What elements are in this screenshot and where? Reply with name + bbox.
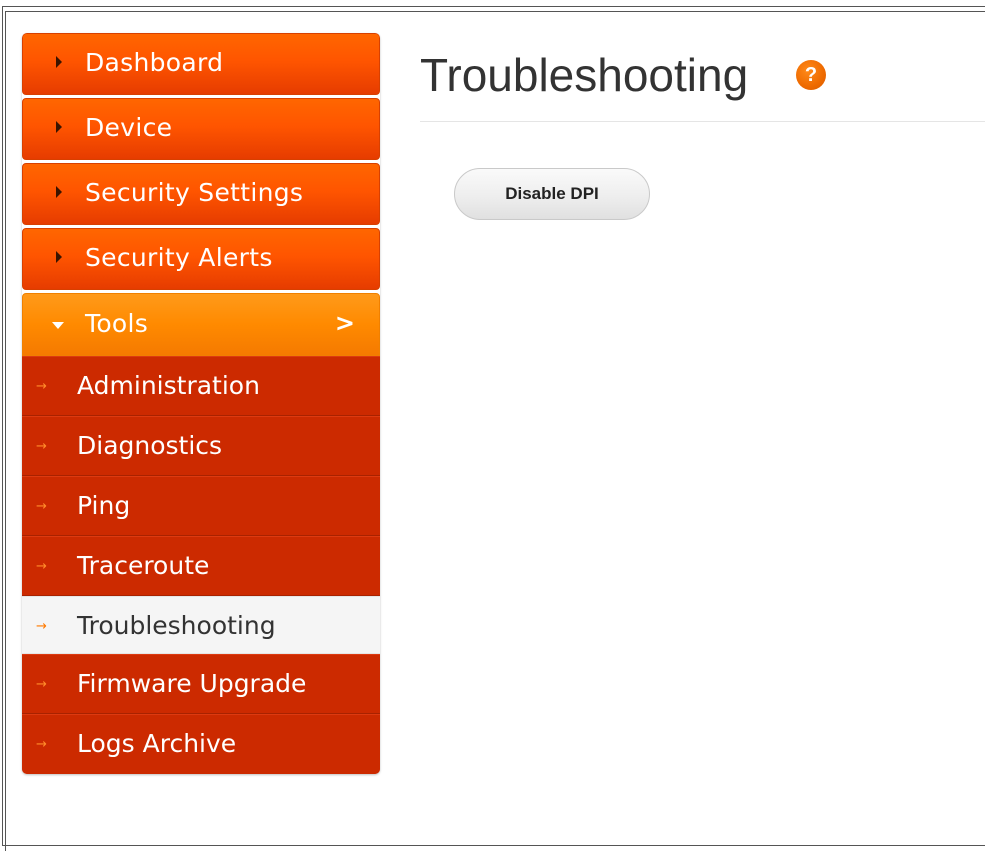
sidebar-item-label: Device bbox=[85, 113, 173, 142]
arrow-right-icon: → bbox=[36, 379, 47, 394]
tools-submenu: → Administration → Diagnostics → Ping → … bbox=[22, 356, 380, 774]
arrow-right-icon: → bbox=[36, 499, 47, 514]
sidebar-item-label: Security Settings bbox=[85, 178, 304, 207]
arrow-right-icon: → bbox=[36, 737, 47, 752]
caret-right-icon bbox=[56, 186, 62, 198]
submenu-item-ping[interactable]: → Ping bbox=[22, 476, 380, 536]
submenu-item-label: Traceroute bbox=[77, 551, 210, 580]
arrow-right-icon: → bbox=[36, 619, 47, 634]
submenu-item-administration[interactable]: → Administration bbox=[22, 356, 380, 416]
sidebar-item-label: Tools bbox=[85, 309, 149, 338]
chevron-right-icon: > bbox=[334, 309, 355, 337]
sidebar-item-label: Security Alerts bbox=[85, 243, 273, 272]
sidebar-item-dashboard[interactable]: Dashboard bbox=[22, 33, 380, 95]
sidebar-item-tools[interactable]: Tools > bbox=[22, 293, 380, 356]
submenu-item-label: Firmware Upgrade bbox=[77, 669, 307, 698]
submenu-item-traceroute[interactable]: → Traceroute bbox=[22, 536, 380, 596]
submenu-item-diagnostics[interactable]: → Diagnostics bbox=[22, 416, 380, 476]
arrow-right-icon: → bbox=[36, 439, 47, 454]
help-icon[interactable]: ? bbox=[796, 60, 826, 90]
sidebar-nav: Dashboard Device Security Settings Secur… bbox=[22, 33, 380, 774]
submenu-item-label: Diagnostics bbox=[77, 431, 223, 460]
submenu-item-label: Ping bbox=[77, 491, 131, 520]
sidebar-item-label: Dashboard bbox=[85, 48, 224, 77]
arrow-right-icon: → bbox=[36, 559, 47, 574]
submenu-item-label: Troubleshooting bbox=[77, 611, 276, 640]
submenu-item-firmware-upgrade[interactable]: → Firmware Upgrade bbox=[22, 654, 380, 714]
page-title: Troubleshooting bbox=[420, 49, 749, 101]
caret-right-icon bbox=[56, 121, 62, 133]
title-divider bbox=[420, 121, 985, 122]
arrow-right-icon: → bbox=[36, 677, 47, 692]
caret-right-icon bbox=[56, 56, 62, 68]
sidebar-item-security-alerts[interactable]: Security Alerts bbox=[22, 228, 380, 290]
submenu-item-logs-archive[interactable]: → Logs Archive bbox=[22, 714, 380, 774]
disable-dpi-button[interactable]: Disable DPI bbox=[454, 168, 650, 220]
sidebar-item-security-settings[interactable]: Security Settings bbox=[22, 163, 380, 225]
caret-down-icon bbox=[52, 322, 64, 329]
submenu-item-label: Administration bbox=[77, 371, 260, 400]
submenu-item-troubleshooting[interactable]: → Troubleshooting bbox=[22, 596, 380, 654]
submenu-item-label: Logs Archive bbox=[77, 729, 237, 758]
sidebar-item-device[interactable]: Device bbox=[22, 98, 380, 160]
caret-right-icon bbox=[56, 251, 62, 263]
